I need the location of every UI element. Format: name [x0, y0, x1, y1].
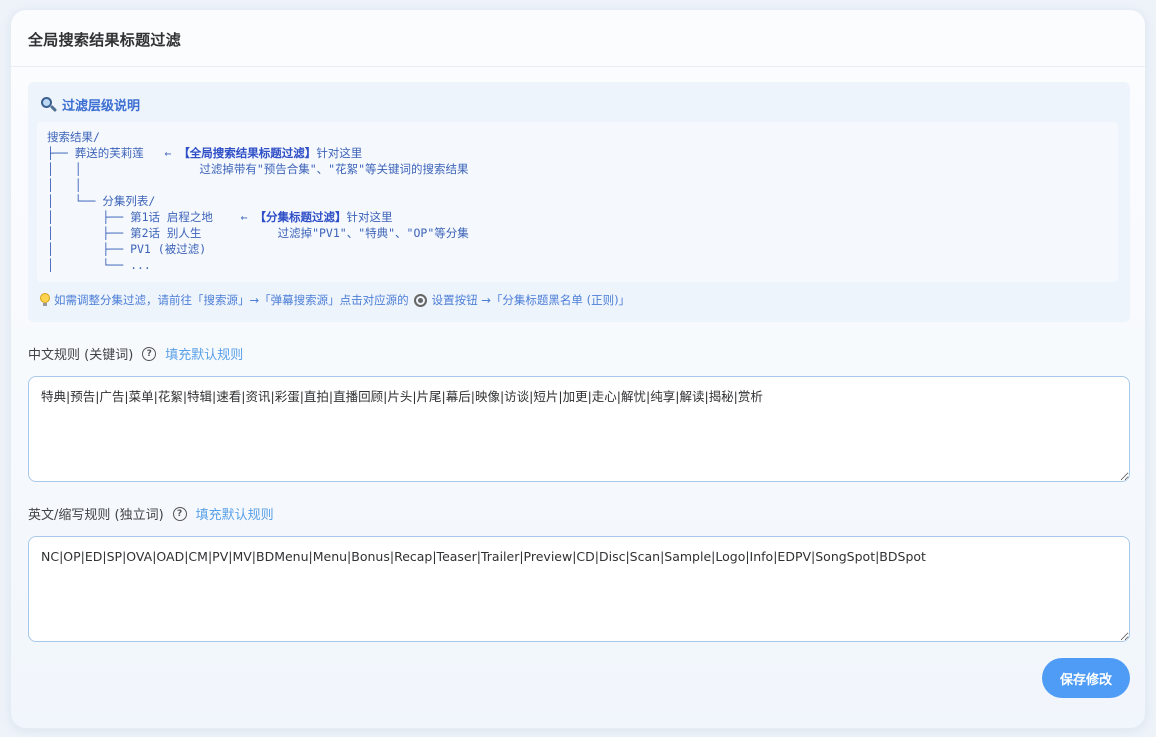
lightbulb-icon [40, 293, 50, 307]
magnifier-icon [40, 96, 58, 113]
cn-fill-default-button[interactable]: 填充默认规则 [165, 344, 243, 363]
info-title: 过滤层级说明 [62, 99, 141, 114]
hint-text: 如需调整分集过滤，请前往「搜索源」→「弹幕搜索源」点击对应源的 设置按钮 →「分… [40, 292, 630, 308]
hierarchy-tree: 搜索结果/ ├── 葬送的芙莉莲 ← 【全局搜索结果标题过滤】针对这里 │ │ … [47, 129, 469, 273]
en-rules-input[interactable]: NC|OP|ED|SP|OVA|OAD|CM|PV|MV|BDMenu|Menu… [28, 536, 1130, 642]
tree-line: │ └── ... [47, 258, 151, 272]
tree-line: │ │ 过滤掉带有"预告合集"、"花絮"等关键词的搜索结果 [47, 162, 469, 176]
cn-rules-label-row: 中文规则 (关键词) ? 填充默认规则 [28, 344, 243, 363]
en-fill-default-button[interactable]: 填充默认规则 [196, 504, 274, 523]
tree-line: 针对这里 [346, 210, 393, 224]
tree-line: ├── 葬送的芙莉莲 ← [47, 146, 179, 160]
hint-before: 如需调整分集过滤，请前往「搜索源」→「弹幕搜索源」点击对应源的 [54, 293, 409, 307]
hint-after: 设置按钮 →「分集标题黑名单 (正则)」 [431, 293, 631, 307]
cn-rules-label: 中文规则 (关键词) [28, 348, 134, 363]
en-rules-label-row: 英文/缩写规则 (独立词) ? 填充默认规则 [28, 504, 274, 523]
filter-card: 全局搜索结果标题过滤 过滤层级说明 搜索结果/ ├── 葬送的芙莉莲 ← 【全局… [10, 9, 1146, 729]
tree-line: │ ├── 第2话 别人生 过滤掉"PV1"、"特典"、"OP"等分集 [47, 226, 469, 240]
tree-line: │ ├── 第1话 启程之地 ← [47, 210, 255, 224]
help-icon[interactable]: ? [142, 346, 157, 361]
card-title: 全局搜索结果标题过滤 [28, 31, 182, 49]
tree-highlight: 【全局搜索结果标题过滤】 [178, 146, 317, 160]
tree-line: │ ├── PV1 (被过滤) [47, 242, 207, 256]
tree-line: 搜索结果/ [47, 130, 100, 144]
tree-line: 针对这里 [316, 146, 363, 160]
info-header: 过滤层级说明 [40, 95, 140, 114]
tree-line: │ │ [47, 178, 82, 192]
help-icon[interactable]: ? [172, 506, 187, 521]
save-button[interactable]: 保存修改 [1042, 658, 1130, 698]
en-rules-label: 英文/缩写规则 (独立词) [28, 508, 164, 523]
hierarchy-diagram: 搜索结果/ ├── 葬送的芙莉莲 ← 【全局搜索结果标题过滤】针对这里 │ │ … [37, 122, 1118, 282]
card-header: 全局搜索结果标题过滤 [11, 10, 1145, 67]
filter-levels-info: 过滤层级说明 搜索结果/ ├── 葬送的芙莉莲 ← 【全局搜索结果标题过滤】针对… [28, 82, 1130, 322]
gear-icon [413, 293, 427, 307]
tree-line: │ └── 分集列表/ [47, 194, 156, 208]
tree-highlight: 【分集标题过滤】 [254, 210, 347, 224]
cn-rules-input[interactable]: 特典|预告|广告|菜单|花絮|特辑|速看|资讯|彩蛋|直拍|直播回顾|片头|片尾… [28, 376, 1130, 482]
